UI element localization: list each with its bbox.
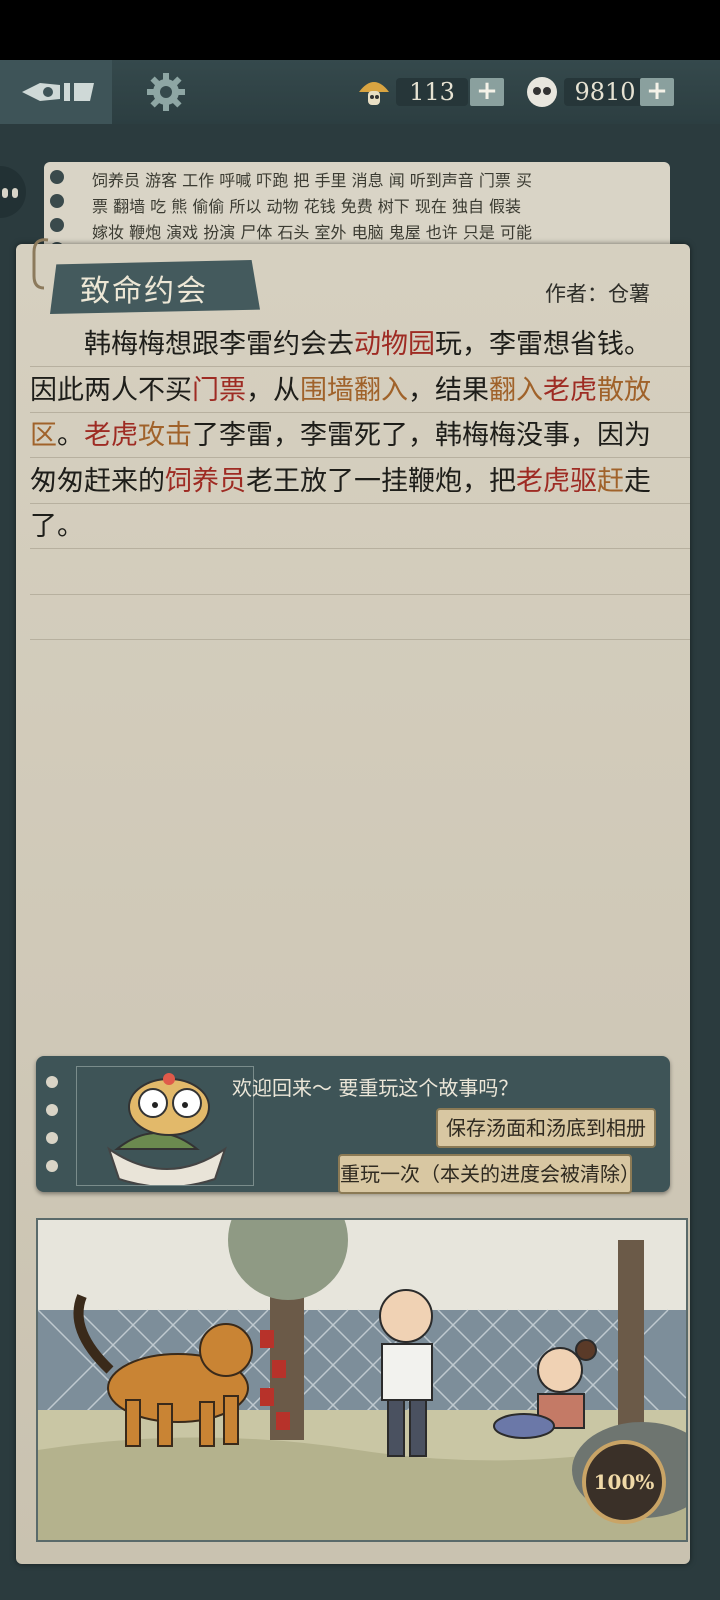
progress-badge: 100% (582, 1440, 666, 1524)
keyword-highlight: 动物园 (354, 329, 435, 360)
story-author: 作者：仓薯 (545, 282, 650, 306)
story-segment: ，从 (246, 374, 300, 406)
story-text: 韩梅梅想跟李雷约会去动物园玩，李雷想省钱。因此两人不买门票，从围墙翻入，结果翻入… (30, 322, 662, 550)
replay-dialog: 欢迎回来～ 要重玩这个故事吗？ 保存汤面和汤底到相册 重玩一次（本关的进度会被清… (36, 1056, 670, 1194)
keyword-highlight: 攻击 (138, 420, 192, 451)
word-line: 饲养员 游客 工作 呼喊 吓跑 把 手里 消息 闻 听到声音 门票 买 (92, 171, 532, 190)
gem-currency: 9810 + (524, 74, 674, 110)
side-face-icon[interactable] (0, 166, 26, 218)
gem-count: 9810 (564, 78, 646, 106)
save-to-album-button[interactable]: 保存汤面和汤底到相册 (436, 1108, 656, 1148)
welcome-text: 欢迎回来～ 要重玩这个故事吗？ (232, 1076, 519, 1100)
back-button[interactable] (0, 60, 112, 124)
story-segment: ，结果 (408, 374, 489, 406)
status-bar (0, 0, 720, 60)
keyword-highlight: 围墙翻入 (300, 374, 408, 406)
add-mushroom-button[interactable]: + (470, 78, 504, 106)
keyword-highlight: 翻入 (489, 374, 543, 406)
keyword-highlight: 老虎 (516, 465, 570, 497)
story-segment: 老王放了一挂鞭炮，把 (246, 465, 516, 497)
word-line: 票 翻墙 吃 熊 偷偷 所以 动物 花钱 免费 树下 现在 独自 假装 (92, 197, 522, 216)
story-title: 致命约会 (80, 274, 208, 309)
story-segment: 韩梅梅想跟李雷约会去 (84, 329, 354, 360)
add-gem-button[interactable]: + (640, 78, 674, 106)
mushroom-count: 113 (396, 78, 468, 106)
back-arrow-icon (22, 83, 94, 101)
keyword-highlight: 饲养员 (165, 465, 246, 497)
word-list: 饲养员 游客 工作 呼喊 吓跑 把 手里 消息 闻 听到声音 门票 买 票 翻墙… (92, 168, 662, 246)
keyword-highlight: 赶 (597, 465, 624, 497)
mushroom-currency: 113 + (356, 74, 506, 110)
story-illustration: 100% (36, 1218, 688, 1542)
top-nav: 113 + 9810 + (0, 60, 720, 124)
replay-button[interactable]: 重玩一次（本关的进度会被清除） (338, 1154, 640, 1194)
paperclip-icon (32, 238, 49, 290)
word-line: 嫁妆 鞭炮 演戏 扮演 尸体 石头 室外 电脑 鬼屋 也许 只是 可能 (92, 223, 532, 242)
keyword-highlight: 老虎 (84, 420, 138, 451)
turtle-avatar (76, 1066, 254, 1186)
keyword-highlight: 老虎 (543, 374, 597, 406)
gear-icon[interactable] (146, 72, 186, 112)
keyword-highlight: 门票 (192, 374, 246, 406)
story-segment: 。 (57, 420, 84, 451)
mushroom-icon (359, 82, 389, 105)
ghost-coin-icon (527, 77, 557, 107)
keyword-highlight: 驱 (570, 465, 597, 497)
